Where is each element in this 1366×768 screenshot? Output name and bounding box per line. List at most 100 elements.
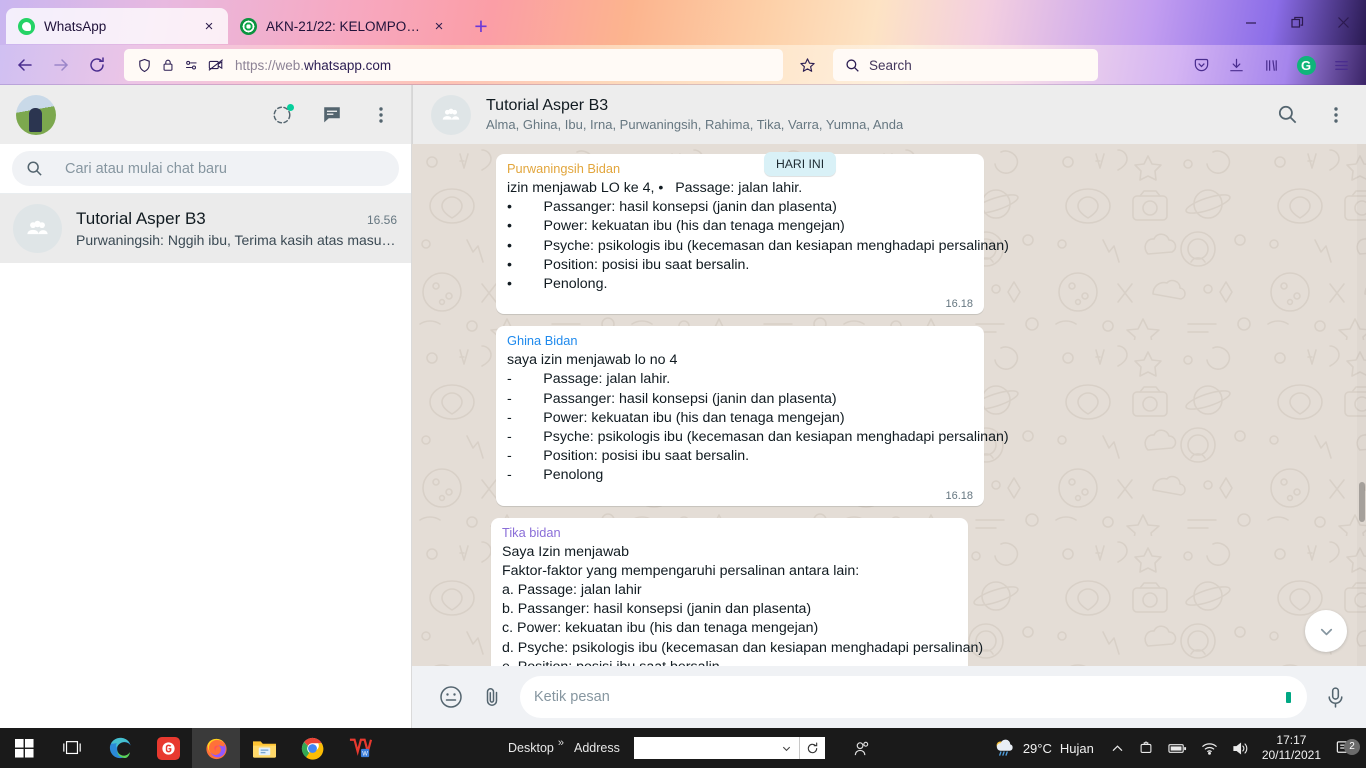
new-tab-button[interactable]: + [466, 11, 496, 41]
menu-icon[interactable] [1326, 105, 1346, 125]
weather-widget[interactable]: 29°C Hujan [979, 739, 1104, 757]
notification-count-badge: 2 [1344, 738, 1360, 755]
chat-item-top-row: Tutorial Asper B3 16.56 [76, 209, 397, 229]
tray-expand-icon[interactable] [1104, 742, 1131, 755]
message-line: - Psyche: psikologis ibu (kecemasan dan … [507, 429, 1009, 446]
toolbar-right-icons: G [1184, 49, 1358, 81]
close-tab-icon[interactable]: × [199, 16, 219, 36]
start-icon[interactable] [0, 728, 48, 768]
scrollbar-thumb[interactable] [1359, 482, 1365, 522]
firefox-icon[interactable] [192, 728, 240, 768]
downloads-icon[interactable] [1219, 49, 1253, 81]
message-timestamp: 16.18 [945, 489, 973, 502]
weather-description: Hujan [1059, 740, 1094, 756]
system-tray: 29°C Hujan 17:17 20/11/2021 2 [979, 728, 1366, 768]
message-line: • Passanger: hasil konsepsi (janin dan p… [507, 199, 837, 216]
maximize-restore-button[interactable] [1274, 0, 1320, 45]
desktop-toolbar-label[interactable]: Desktop [508, 741, 554, 755]
message-line: • Penolong. [507, 276, 608, 293]
browser-search-field[interactable]: Search [833, 49, 1098, 81]
minimize-button[interactable] [1228, 0, 1274, 45]
volume-icon[interactable] [1225, 741, 1256, 756]
library-icon[interactable] [1254, 49, 1288, 81]
forward-button[interactable] [44, 49, 78, 81]
microphone-icon[interactable] [1323, 685, 1348, 710]
message-line: • Power: kekuatan ibu (his dan tenaga me… [507, 218, 845, 235]
search-icon [845, 58, 860, 73]
attach-clip-icon[interactable] [480, 685, 504, 709]
close-window-button[interactable] [1320, 0, 1366, 45]
search-input[interactable]: Cari atau mulai chat baru [12, 151, 399, 186]
message-bubble[interactable]: Tika bidan Saya Izin menjawab Faktor-fak… [491, 517, 983, 666]
file-explorer-icon[interactable] [240, 728, 288, 768]
message-line: e. Position: posisi ibu saat bersalin [502, 658, 957, 666]
battery-icon[interactable] [1161, 742, 1194, 755]
browser-chrome: WhatsApp × AKN-21/22: KELOMPOK B3 × + ht… [0, 0, 1366, 85]
refresh-icon[interactable] [798, 737, 825, 759]
sidebar-search-area: Cari atau mulai chat baru [0, 144, 411, 194]
chat-item-name: Tutorial Asper B3 [76, 209, 206, 228]
whatsapp-web-app: Cari atau mulai chat baru Tutorial Asper… [0, 85, 1366, 728]
lock-icon[interactable] [161, 58, 175, 72]
menu-icon[interactable] [371, 105, 391, 125]
message-line: - Power: kekuatan ibu (his dan tenaga me… [507, 409, 845, 426]
gom-player-icon[interactable] [144, 728, 192, 768]
message-scrollbar[interactable] [1357, 144, 1366, 666]
profile-avatar[interactable] [16, 94, 56, 135]
bookmark-star-icon[interactable] [791, 49, 823, 81]
sidebar: Cari atau mulai chat baru Tutorial Asper… [0, 85, 412, 728]
chrome-icon[interactable] [288, 728, 336, 768]
account-icon[interactable]: G [1289, 49, 1323, 81]
edge-icon[interactable] [96, 728, 144, 768]
overflow-chevrons-icon[interactable]: » [558, 737, 564, 749]
back-button[interactable] [8, 49, 42, 81]
message-bubble[interactable]: Purwaningsih Bidan izin menjawab LO ke 4… [496, 154, 1009, 315]
url-bar[interactable]: https://web.whatsapp.com [124, 49, 783, 81]
onedrive-icon[interactable] [1131, 740, 1161, 756]
url-domain: whatsapp.com [304, 57, 392, 73]
shield-icon[interactable] [137, 58, 152, 73]
chat-header-icons [1277, 104, 1346, 125]
people-icon[interactable] [853, 740, 870, 757]
tab-title: AKN-21/22: KELOMPOK B3 [266, 18, 420, 34]
navigation-toolbar: https://web.whatsapp.com Search G [0, 45, 1366, 85]
taskbar-apps: W [0, 728, 384, 768]
message-line: - Penolong [507, 467, 604, 484]
reload-button[interactable] [80, 49, 114, 81]
address-toolbar-label: Address [573, 741, 620, 755]
group-avatar-icon [13, 204, 62, 253]
scroll-to-bottom-button[interactable] [1305, 610, 1347, 652]
taskbar-clock[interactable]: 17:17 20/11/2021 [1256, 733, 1331, 763]
pocket-icon[interactable] [1184, 49, 1218, 81]
chat-panel: Tutorial Asper B3 Alma, Ghina, Ibu, Irna… [412, 85, 1366, 728]
wifi-icon[interactable] [1194, 741, 1225, 755]
status-icon[interactable] [271, 103, 294, 126]
new-chat-icon[interactable] [321, 104, 343, 126]
message-bubble[interactable]: Ghina Bidan saya izin menjawab lo no 4 -… [496, 326, 1009, 506]
browser-tab-whatsapp[interactable]: WhatsApp × [6, 8, 228, 44]
notification-center-button[interactable]: 2 [1331, 738, 1362, 758]
sidebar-header-icons [271, 103, 391, 126]
no-camera-icon[interactable] [208, 58, 224, 72]
chat-header[interactable]: Tutorial Asper B3 Alma, Ghina, Ibu, Irna… [412, 85, 1366, 144]
close-tab-icon[interactable]: × [429, 16, 449, 36]
wps-office-icon[interactable]: W [336, 728, 384, 768]
permissions-icon[interactable] [184, 58, 199, 72]
list-item[interactable]: Tutorial Asper B3 16.56 Purwaningsih: Ng… [0, 194, 411, 263]
group-avatar-icon[interactable] [431, 94, 471, 135]
search-icon[interactable] [1277, 104, 1298, 125]
whatsapp-icon [18, 17, 35, 35]
browser-tab-meeting[interactable]: AKN-21/22: KELOMPOK B3 × [228, 8, 458, 44]
weather-temperature: 29°C [1022, 740, 1052, 756]
app-menu-icon[interactable] [1324, 49, 1358, 81]
emoji-icon[interactable] [438, 684, 464, 710]
taskbar-toolbars: Desktop » Address [508, 737, 870, 759]
search-placeholder: Search [869, 57, 912, 73]
status-unread-dot [287, 103, 294, 111]
address-combo-input[interactable] [633, 737, 799, 759]
task-view-icon[interactable] [48, 728, 96, 768]
chat-participants: Alma, Ghina, Ibu, Irna, Purwaningsih, Ra… [486, 117, 904, 132]
message-input[interactable]: Ketik pesan [520, 676, 1307, 718]
message-scroll-container[interactable]: HARI INI Purwaningsih Bidan izin menjawa… [412, 144, 1366, 666]
message-line: b. Passanger: hasil konsepsi (janin dan … [502, 601, 812, 618]
